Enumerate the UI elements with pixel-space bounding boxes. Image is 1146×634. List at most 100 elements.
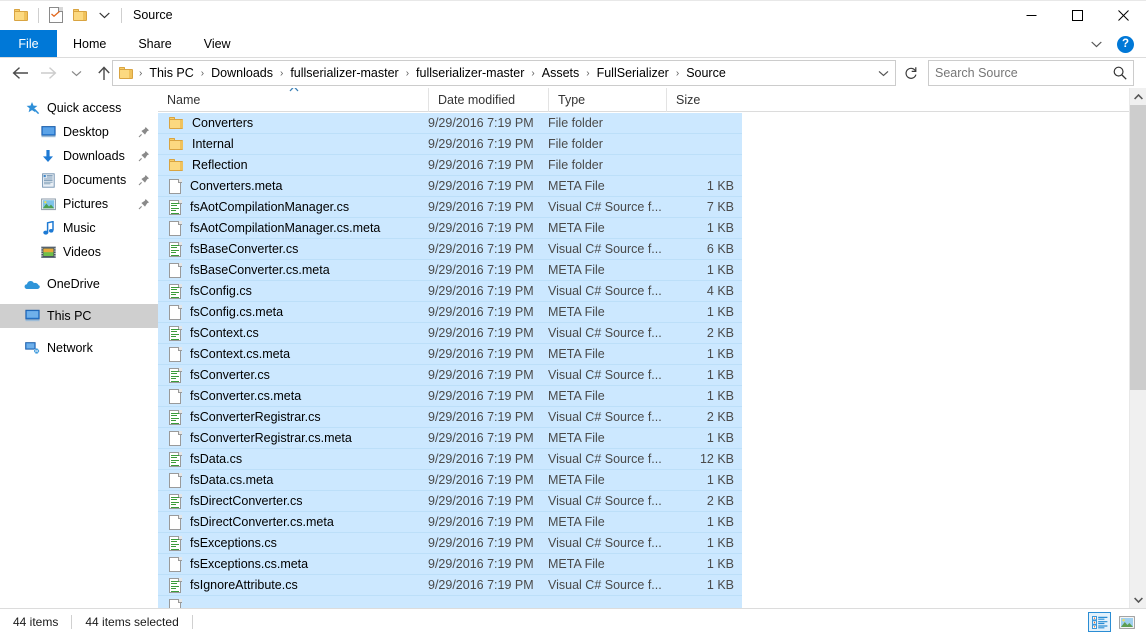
file-name: fsContext.cs.meta: [190, 346, 291, 361]
cell-size: 1 KB: [706, 472, 734, 487]
table-row[interactable]: fsContext.cs.meta 9/29/2016 7:19 PM META F…: [158, 344, 742, 365]
cell-size: 2 KB: [706, 325, 734, 340]
table-row[interactable]: fsAotCompilationManager.cs 9/29/2016 7:19…: [158, 197, 742, 218]
breadcrumb-item-fullserializer-master-1[interactable]: fullserializer-master: [286, 63, 402, 83]
breadcrumb-item-fullserializer-master-2[interactable]: fullserializer-master: [412, 63, 528, 83]
sidebar-item-videos[interactable]: Videos: [0, 240, 158, 264]
breadcrumb-item-assets[interactable]: Assets: [538, 63, 584, 83]
sidebar-item-downloads[interactable]: Downloads: [0, 144, 158, 168]
vertical-scrollbar[interactable]: [1129, 88, 1146, 608]
table-row[interactable]: fsAotCompilationManager.cs.meta 9/29/2016…: [158, 218, 742, 239]
cell-date-modified: 9/29/2016 7:19 PM: [428, 367, 534, 382]
scroll-down-button[interactable]: [1130, 591, 1146, 608]
cell-date-modified: 9/29/2016 7:19 PM: [428, 451, 534, 466]
sidebar-item-desktop[interactable]: Desktop: [0, 120, 158, 144]
cs-file-icon: [169, 283, 182, 299]
forward-button[interactable]: [36, 61, 60, 85]
cell-type: META File: [548, 472, 605, 487]
cell-size: [666, 155, 741, 176]
pin-icon[interactable]: [138, 198, 150, 210]
table-row[interactable]: fsConverter.cs.meta 9/29/2016 7:19 PM META…: [158, 386, 742, 407]
column-header-name[interactable]: Name: [158, 88, 428, 112]
table-row[interactable]: fsConverter.cs 9/29/2016 7:19 PM Visual C#…: [158, 365, 742, 386]
breadcrumb-item-fullserializer[interactable]: FullSerializer: [593, 63, 673, 83]
document-check-icon: [49, 7, 63, 23]
details-view-button[interactable]: [1088, 612, 1111, 632]
table-row[interactable]: fsConverterRegistrar.cs.meta 9/29/2016 7:…: [158, 428, 742, 449]
column-header-type[interactable]: Type: [548, 88, 666, 112]
table-row[interactable]: fsData.cs 9/29/2016 7:19 PM Visual C# Sour…: [158, 449, 742, 470]
arrow-left-icon: [12, 67, 28, 79]
file-name: fsIgnoreAttribute.cs: [190, 577, 298, 592]
table-row[interactable]: fsContext.cs 9/29/2016 7:19 PM Visual C# S…: [158, 323, 742, 344]
table-row[interactable]: fsIgnoreAttribute.cs 9/29/2016 7:19 PM Vis…: [158, 575, 742, 596]
table-row[interactable]: fsConfig.cs 9/29/2016 7:19 PM Visual C# So…: [158, 281, 742, 302]
table-row[interactable]: fsConfig.cs.meta 9/29/2016 7:19 PM META Fi…: [158, 302, 742, 323]
pin-icon[interactable]: [138, 174, 150, 186]
table-row[interactable]: fsDirectConverter.cs 9/29/2016 7:19 PM Vis…: [158, 491, 742, 512]
table-row[interactable]: fsData.cs.meta 9/29/2016 7:19 PM META File…: [158, 470, 742, 491]
table-row[interactable]: fsExceptions.cs 9/29/2016 7:19 PM Visual C…: [158, 533, 742, 554]
breadcrumb-item-downloads[interactable]: Downloads: [207, 63, 277, 83]
pin-icon[interactable]: [138, 126, 150, 138]
table-row[interactable]: fsExceptions.cs.meta 9/29/2016 7:19 PM MET…: [158, 554, 742, 575]
table-row[interactable]: Converters.meta 9/29/2016 7:19 PM META Fil…: [158, 176, 742, 197]
sidebar-item-pictures[interactable]: Pictures: [0, 192, 158, 216]
sidebar-item-documents[interactable]: Documents: [0, 168, 158, 192]
qat-folder-icon[interactable]: [9, 3, 33, 27]
expand-ribbon-button[interactable]: [1087, 35, 1105, 53]
back-button[interactable]: [8, 61, 32, 85]
table-row[interactable]: fsBaseConverter.cs.meta 9/29/2016 7:19 PM…: [158, 260, 742, 281]
qat-separator-2: [121, 7, 122, 23]
cell-name: fsExceptions.cs: [158, 533, 428, 554]
table-row[interactable]: Internal 9/29/2016 7:19 PM File folder: [158, 134, 742, 155]
search-box[interactable]: [928, 60, 1134, 86]
qat-properties-icon[interactable]: [44, 3, 68, 27]
tab-home[interactable]: Home: [57, 30, 122, 58]
cell-name: Converters.meta: [158, 176, 428, 197]
table-row[interactable]: fsConverterRegistrar.cs 9/29/2016 7:19 PM…: [158, 407, 742, 428]
table-row[interactable]: Converters 9/29/2016 7:19 PM File folder: [158, 113, 742, 134]
cell-size: 1 KB: [706, 535, 734, 550]
table-row[interactable]: fsBaseConverter.cs 9/29/2016 7:19 PM Visua…: [158, 239, 742, 260]
column-header-size[interactable]: Size: [666, 88, 741, 112]
breadcrumb-dropdown-button[interactable]: [873, 61, 893, 85]
cell-type: META File: [548, 304, 605, 319]
breadcrumb-item-source[interactable]: Source: [682, 63, 730, 83]
table-row[interactable]: fsDirectConverter.cs.meta 9/29/2016 7:19 …: [158, 512, 742, 533]
cell-size: 1 KB: [706, 262, 734, 277]
sidebar-item-this-pc[interactable]: This PC: [0, 304, 158, 328]
chevron-down-icon: [878, 70, 888, 76]
sidebar-item-music[interactable]: Music: [0, 216, 158, 240]
table-row-partial[interactable]: [158, 596, 742, 608]
tab-file[interactable]: File: [0, 30, 57, 58]
breadcrumb-separator: ›: [139, 67, 143, 79]
file-name: fsBaseConverter.cs.meta: [190, 262, 330, 277]
recent-locations-button[interactable]: [64, 61, 88, 85]
scrollbar-thumb[interactable]: [1130, 105, 1146, 390]
sidebar-item-quick-access[interactable]: Quick access: [0, 96, 158, 120]
qat-customize-button[interactable]: [92, 3, 116, 27]
cell-date-modified: 9/29/2016 7:19 PM: [428, 556, 534, 571]
maximize-button[interactable]: [1054, 0, 1100, 30]
column-header-date-modified[interactable]: Date modified: [428, 88, 548, 112]
scroll-up-button[interactable]: [1130, 88, 1146, 105]
large-icons-view-button[interactable]: [1115, 612, 1138, 632]
breadcrumb[interactable]: › This PC › Downloads › fullserializer-m…: [112, 60, 896, 86]
help-button[interactable]: ?: [1117, 35, 1134, 53]
refresh-button[interactable]: [898, 60, 924, 86]
cell-size: 2 KB: [706, 409, 734, 424]
cell-date-modified: 9/29/2016 7:19 PM: [428, 388, 534, 403]
search-icon[interactable]: [1113, 66, 1127, 80]
tab-view[interactable]: View: [188, 30, 247, 58]
sidebar-item-onedrive[interactable]: OneDrive: [0, 272, 158, 296]
minimize-button[interactable]: [1008, 0, 1054, 30]
qat-new-folder-icon[interactable]: [68, 3, 92, 27]
sidebar-item-network[interactable]: Network: [0, 336, 158, 360]
tab-share[interactable]: Share: [122, 30, 187, 58]
pin-icon[interactable]: [138, 150, 150, 162]
close-button[interactable]: [1100, 0, 1146, 30]
breadcrumb-item-this-pc[interactable]: This PC: [145, 63, 197, 83]
table-row[interactable]: Reflection 9/29/2016 7:19 PM File folder: [158, 155, 742, 176]
search-input[interactable]: [935, 66, 1113, 80]
